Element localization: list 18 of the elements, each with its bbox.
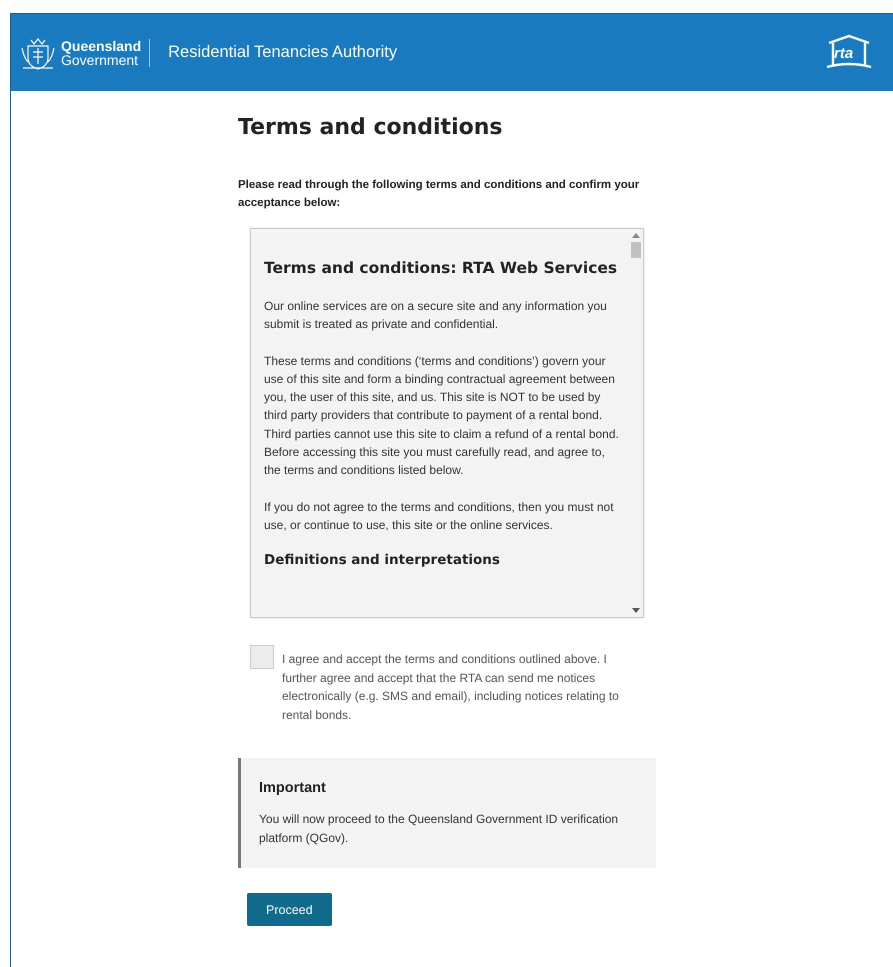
agree-label: I agree and accept the terms and conditions outlined above. I further agree and accept that the RTA can send me notices electronically (e.g. SMS and email), including notices relating to rental bonds. xyxy=(282,651,620,724)
proceed-button[interactable]: Proceed xyxy=(247,893,332,926)
rta-logo: rta xyxy=(823,32,875,72)
site-title: Residential Tenancies Authority xyxy=(168,43,398,62)
terms-paragraph: These terms and conditions (‘terms and conditions’) govern your use of this site and form a binding contractual agreement between you, the user of this site, and us. This site is NOT to be used by third party providers that contribute to payment of a rental bond. Third parties cannot use this site to claim a refund of a rental bond. Before accessing this site you must carefully read, and agree to, the terms and conditions listed below. xyxy=(264,352,619,480)
intro-text: Please read through the following terms and conditions and confirm your acceptance below: xyxy=(238,178,640,211)
notice-text: You will now proceed to the Queensland Government ID verification platform (QGov). xyxy=(259,811,620,847)
terms-heading: Terms and conditions: RTA Web Services xyxy=(264,259,618,277)
page-title: Terms and conditions xyxy=(238,115,504,140)
scroll-down-icon[interactable] xyxy=(632,608,640,613)
terms-paragraph: If you do not agree to the terms and conditions, then you must not use, or continue to use, this site or the online services. xyxy=(264,498,615,534)
terms-subheading: Definitions and interpretations xyxy=(264,552,501,568)
notice-title: Important xyxy=(259,780,327,796)
scroll-up-icon[interactable] xyxy=(632,233,640,238)
agree-checkbox[interactable] xyxy=(250,645,274,669)
terms-paragraph: Our online services are on a secure site and any information you submit is treated as private and confidential. xyxy=(264,298,608,334)
brand-name: Queensland Government xyxy=(57,38,150,66)
scroll-thumb[interactable] xyxy=(631,242,641,258)
